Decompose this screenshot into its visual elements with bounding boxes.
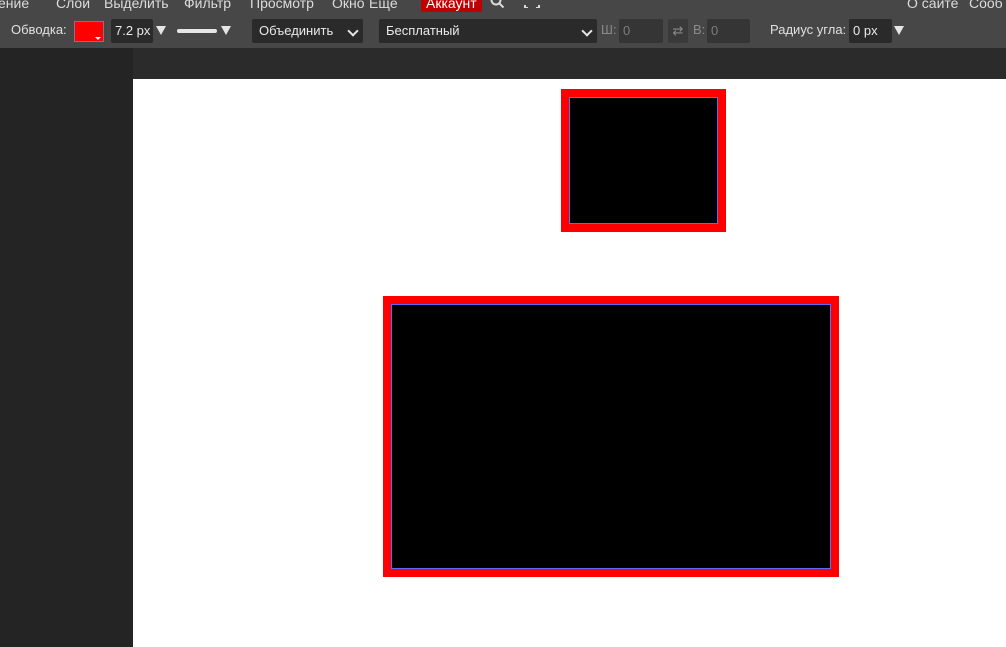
selection-outline xyxy=(391,304,831,569)
workspace-background xyxy=(133,48,1006,79)
stroke-line-style[interactable] xyxy=(177,29,217,33)
corner-radius-label: Радиус угла: xyxy=(770,22,847,37)
editor-app: ение Слой Выделить Фильтр Просмотр Окно … xyxy=(0,0,1006,647)
font-select-value: Бесплатный xyxy=(386,23,460,38)
document-canvas[interactable] xyxy=(133,79,1006,647)
chevron-down-icon xyxy=(581,25,593,37)
chevron-down-icon xyxy=(347,25,359,37)
menu-item-view[interactable]: Просмотр xyxy=(250,0,314,12)
corner-radius-input[interactable]: 0 px xyxy=(849,19,892,43)
small-rectangle-shape[interactable] xyxy=(561,89,726,232)
corner-radius-dropdown-icon[interactable] xyxy=(894,26,904,35)
menu-item-account[interactable]: Аккаунт xyxy=(421,0,482,12)
combine-mode-value: Объединить xyxy=(259,23,334,38)
large-rectangle-shape[interactable] xyxy=(383,296,839,577)
width-label: Ш: xyxy=(601,22,617,37)
stroke-width-input[interactable]: 7.2 px xyxy=(111,19,153,43)
menu-item-edit[interactable]: ение xyxy=(0,0,29,12)
left-panel xyxy=(0,48,133,647)
selection-outline xyxy=(569,97,718,224)
menu-item-layer[interactable]: Слой xyxy=(56,0,90,12)
menu-item-more[interactable]: Ещё xyxy=(369,0,398,12)
menu-item-about[interactable]: О сайте xyxy=(907,0,958,12)
height-input[interactable]: 0 xyxy=(707,19,750,43)
menu-item-window[interactable]: Окно xyxy=(332,0,365,12)
height-label: В: xyxy=(693,22,706,37)
swap-dimensions-icon[interactable]: ⇄ xyxy=(668,19,688,43)
options-toolbar: Обводка: 7.2 px Объединить Бесплатный Ш:… xyxy=(0,13,1006,48)
search-icon[interactable] xyxy=(490,0,504,8)
swatch-caret-icon xyxy=(95,37,101,40)
width-input[interactable]: 0 xyxy=(619,19,663,43)
menu-item-messages[interactable]: Сооб xyxy=(969,0,1003,12)
stroke-color-swatch[interactable] xyxy=(74,21,104,42)
line-style-dropdown-icon[interactable] xyxy=(221,26,231,35)
stroke-label: Обводка: xyxy=(11,22,67,37)
menu-item-select[interactable]: Выделить xyxy=(104,0,169,12)
menu-item-filter[interactable]: Фильтр xyxy=(184,0,231,12)
stroke-width-dropdown-icon[interactable] xyxy=(156,26,166,35)
font-select[interactable]: Бесплатный xyxy=(379,19,597,43)
fullscreen-icon[interactable] xyxy=(524,0,540,8)
menu-bar: ение Слой Выделить Фильтр Просмотр Окно … xyxy=(0,0,1006,13)
combine-mode-select[interactable]: Объединить xyxy=(252,19,363,43)
